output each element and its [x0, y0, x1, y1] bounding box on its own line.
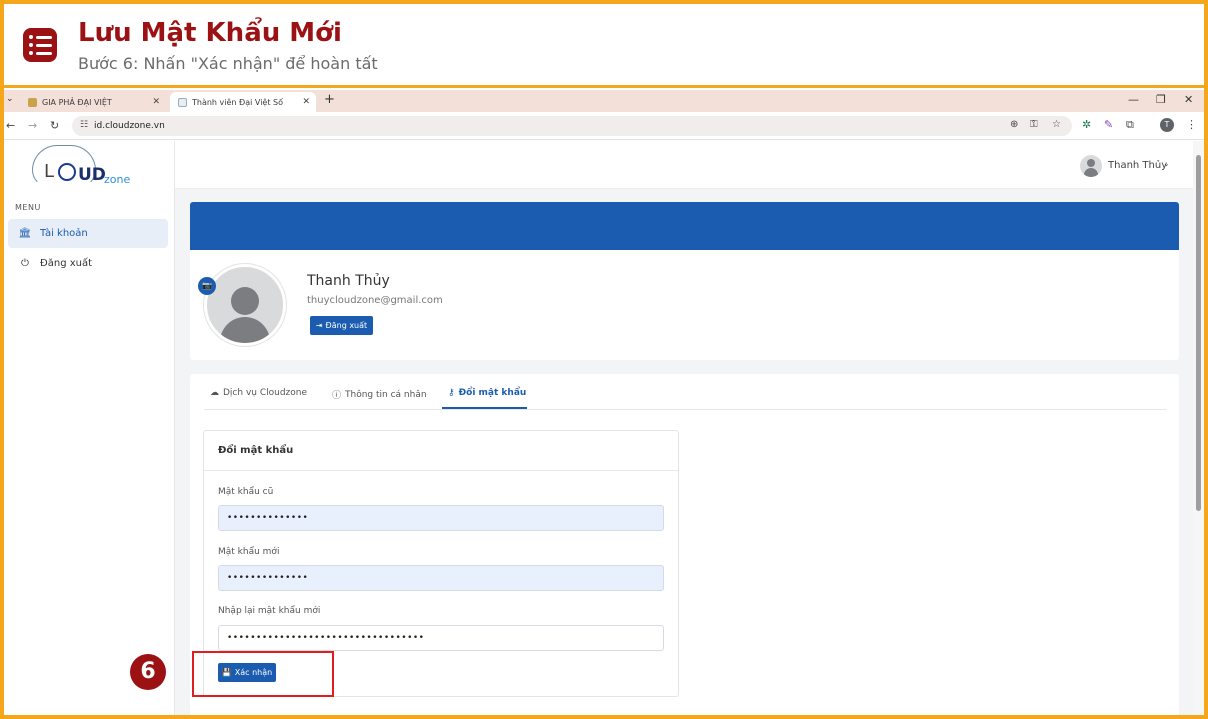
cloud-icon: ☁ — [210, 388, 219, 398]
form-header: Đổi mật khẩu — [204, 431, 678, 471]
active-tab-underline — [442, 407, 527, 409]
sidebar-item-label: Tài khoản — [40, 228, 88, 239]
browser-profile-icon[interactable]: T — [1160, 118, 1174, 132]
forward-icon[interactable]: → — [28, 119, 37, 132]
reload-icon[interactable]: ↻ — [50, 119, 59, 132]
browser-menu-icon[interactable]: ⋮ — [1186, 118, 1197, 131]
tab-doi-mat-khau[interactable]: ⚷ Đổi mật khẩu — [448, 388, 526, 398]
profile-card: 📷 Thanh Thủy thuycloudzone@gmail.com ⇥ Đ… — [190, 202, 1179, 360]
form-title: Đổi mật khẩu — [218, 445, 294, 456]
tabs-divider — [204, 409, 1166, 410]
close-tab-icon[interactable]: ✕ — [152, 97, 160, 107]
restore-icon[interactable]: ❐ — [1156, 93, 1166, 106]
address-bar[interactable]: ☷ id.cloudzone.vn ⊕ ⚿ ☆ — [72, 116, 1072, 136]
key-icon: ⚷ — [448, 388, 455, 398]
password-key-icon[interactable]: ⚿ — [1030, 119, 1038, 130]
old-password-label: Mật khẩu cũ — [218, 487, 274, 497]
sidebar: L UD zone MENU 🏛 Tài khoản ⏻ Đăng xuất — [4, 141, 175, 715]
tab-label: Dịch vụ Cloudzone — [223, 388, 308, 398]
extension-pen-icon[interactable]: ✎ — [1104, 118, 1113, 131]
user-avatar[interactable] — [1080, 155, 1102, 177]
tab-label: Thông tin cá nhân — [345, 389, 427, 400]
tab-list-chevron-icon[interactable]: ⌄ — [6, 94, 14, 104]
extension-translate-icon[interactable]: ✲ — [1082, 118, 1091, 131]
scrollbar-thumb[interactable] — [1196, 155, 1201, 511]
close-tab-icon[interactable]: ✕ — [302, 97, 310, 107]
info-icon: ⓘ — [332, 391, 342, 401]
cloud-favicon-icon — [178, 97, 187, 107]
page-content: L UD zone MENU 🏛 Tài khoản ⏻ Đăng xuất T… — [4, 141, 1204, 715]
sidebar-item-tai-khoan[interactable]: 🏛 Tài khoản — [8, 219, 168, 248]
profile-logout-button[interactable]: ⇥ Đăng xuất — [310, 316, 373, 335]
browser-tab-bar: ⌄ GIA PHẢ ĐẠI VIỆT ✕ Thành viên Đại Việt… — [4, 90, 1204, 112]
highlight-box — [192, 651, 334, 697]
user-menu-name[interactable]: Thanh Thủy — [1108, 160, 1167, 171]
logout-icon: ⇥ — [315, 321, 323, 330]
browser-tab-label: GIA PHẢ ĐẠI VIỆT — [42, 97, 112, 107]
logout-icon: ⏻ — [21, 258, 29, 269]
account-tabs-card: ☁ Dịch vụ Cloudzone ⓘ Thông tin cá nhân … — [190, 374, 1179, 715]
top-bar: Thanh Thủy ⌄ — [175, 141, 1204, 189]
cloudzone-logo[interactable]: L UD zone — [32, 145, 142, 191]
sidebar-item-label: Đăng xuất — [40, 258, 93, 269]
tab-thong-tin-ca-nhan[interactable]: ⓘ Thông tin cá nhân — [332, 388, 427, 402]
gia-pha-favicon-icon — [28, 97, 37, 107]
browser-toolbar: ← → ↻ ☷ id.cloudzone.vn ⊕ ⚿ ☆ ✲ ✎ ⧉ T ⋮ — [4, 112, 1204, 140]
extensions-puzzle-icon[interactable]: ⧉ — [1126, 118, 1134, 132]
old-password-field[interactable]: •••••••••••••• — [218, 505, 664, 531]
zoom-icon[interactable]: ⊕ — [1010, 119, 1018, 130]
profile-banner — [190, 202, 1179, 250]
sidebar-item-dang-xuat[interactable]: ⏻ Đăng xuất — [8, 249, 168, 278]
profile-email: thuycloudzone@gmail.com — [307, 295, 443, 306]
back-icon[interactable]: ← — [6, 119, 15, 132]
new-tab-icon[interactable]: + — [324, 92, 335, 107]
camera-icon[interactable]: 📷 — [198, 277, 216, 295]
browser-tab-label: Thành viên Đại Việt Số — [192, 97, 283, 107]
tutorial-header: Lưu Mật Khẩu Mới Bước 6: Nhấn "Xác nhận"… — [4, 4, 1204, 88]
close-window-icon[interactable]: ✕ — [1184, 93, 1193, 106]
address-url: id.cloudzone.vn — [94, 121, 165, 131]
browser-tab-gia-pha[interactable]: GIA PHẢ ĐẠI VIỆT ✕ — [20, 92, 166, 112]
chevron-down-icon[interactable]: ⌄ — [1163, 159, 1170, 168]
list-icon — [23, 28, 57, 62]
minimize-icon[interactable]: — — [1128, 93, 1139, 106]
browser-tab-thanh-vien[interactable]: Thành viên Đại Việt Số ✕ — [170, 92, 316, 112]
new-password-field[interactable]: •••••••••••••• — [218, 565, 664, 591]
bank-icon: 🏛 — [18, 228, 32, 239]
profile-avatar — [204, 264, 286, 346]
menu-label: MENU — [15, 203, 41, 212]
site-info-icon[interactable]: ☷ — [80, 120, 88, 130]
confirm-password-field[interactable]: •••••••••••••••••••••••••••••••••• — [218, 625, 664, 651]
tutorial-title: Lưu Mật Khẩu Mới — [78, 18, 342, 48]
bookmark-star-icon[interactable]: ☆ — [1052, 119, 1061, 130]
new-password-label: Mật khẩu mới — [218, 547, 280, 557]
tutorial-subtitle: Bước 6: Nhấn "Xác nhận" để hoàn tất — [78, 54, 378, 73]
tab-label: Đổi mật khẩu — [458, 388, 527, 398]
step-number-badge: 6 — [130, 654, 166, 690]
profile-logout-label: Đăng xuất — [325, 321, 368, 330]
profile-name: Thanh Thủy — [307, 273, 390, 289]
tab-dich-vu-cloudzone[interactable]: ☁ Dịch vụ Cloudzone — [210, 388, 307, 398]
confirm-password-label: Nhập lại mật khẩu mới — [218, 606, 321, 616]
